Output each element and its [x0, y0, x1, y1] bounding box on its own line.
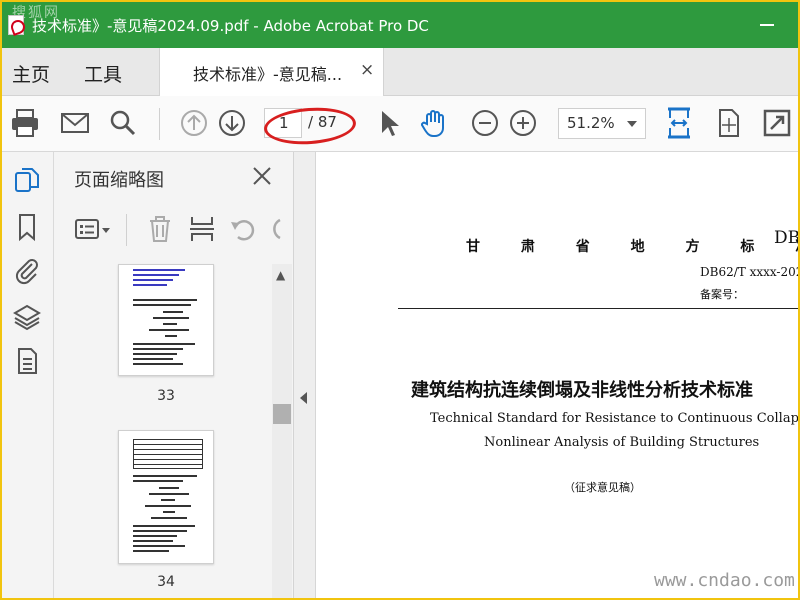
standard-code: DB62/T xxxx-2024: [700, 265, 798, 279]
document-title-en-line2: Nonlinear Analysis of Building Structure…: [484, 435, 760, 450]
document-title-en-line1: Technical Standard for Resistance to Con…: [430, 411, 798, 426]
toolbar-divider: [126, 214, 127, 246]
thumbnail-toolbar: [54, 210, 294, 250]
left-nav: [2, 152, 54, 598]
page-number-input[interactable]: 1: [264, 108, 302, 138]
close-tab-icon[interactable]: ×: [360, 60, 374, 80]
rotate-right-icon[interactable]: [266, 214, 286, 244]
thumbnail-page-number: 34: [157, 574, 175, 590]
page-thumbnail[interactable]: [118, 264, 214, 376]
select-cursor-icon[interactable]: [372, 106, 406, 140]
page-thumbnails-icon[interactable]: [12, 166, 42, 196]
content-icon[interactable]: [12, 346, 42, 376]
bookmark-icon[interactable]: [12, 212, 42, 242]
pdf-file-icon: [8, 15, 24, 35]
chevron-down-icon: [627, 121, 637, 127]
document-title-cn-text: 建筑结构抗连续倒塌及非线性分析技术标准: [411, 380, 753, 401]
previous-page-icon[interactable]: [177, 106, 211, 140]
chevron-up-icon[interactable]: ▲: [276, 268, 285, 282]
layers-icon[interactable]: [12, 302, 42, 332]
toolbar-divider: [159, 108, 160, 140]
rotate-view-icon[interactable]: [712, 106, 746, 140]
fit-width-icon[interactable]: [662, 106, 696, 140]
menu-bar: 主页 工具 技术标准》-意见稿... ×: [2, 48, 798, 96]
zoom-in-icon[interactable]: [506, 106, 540, 140]
fullscreen-icon[interactable]: [760, 106, 794, 140]
minimize-icon[interactable]: [760, 14, 778, 34]
close-icon[interactable]: [250, 164, 274, 188]
search-icon[interactable]: [106, 106, 140, 140]
site-watermark: www.cndao.com: [654, 570, 795, 591]
document-tab-label: 技术标准》-意见稿...: [193, 65, 343, 84]
attachment-icon[interactable]: [12, 256, 42, 286]
delete-icon[interactable]: [146, 214, 174, 244]
insert-page-icon[interactable]: [188, 214, 216, 244]
email-icon[interactable]: [58, 106, 92, 140]
tab-home[interactable]: 主页: [12, 60, 50, 87]
zoom-select[interactable]: 51.2%: [558, 108, 646, 139]
draft-label: （征求意见稿）: [564, 481, 641, 494]
header-divider: [398, 308, 798, 309]
rotate-left-icon[interactable]: [228, 214, 258, 244]
tab-tools[interactable]: 工具: [84, 60, 122, 87]
thumbnail-page-number: 33: [157, 388, 175, 404]
document-title-cn: 建筑结构抗连续倒塌及非线性分析技术标准: [316, 376, 798, 402]
chevron-left-icon: [300, 392, 307, 404]
zoom-value: 51.2%: [567, 114, 615, 132]
document-tab[interactable]: 技术标准》-意见稿... ×: [159, 48, 384, 96]
document-viewer[interactable]: 甘 肃 省 地 方 标 准 DB DB62/T xxxx-2024 备案号： 建…: [316, 152, 798, 598]
window-title: 技术标准》-意见稿2024.09.pdf - Adobe Acrobat Pro…: [32, 17, 429, 35]
app-window: 搜狐网 技术标准》-意见稿2024.09.pdf - Adobe Acrobat…: [2, 2, 798, 598]
toolbar: 1 / 87 51.2%: [2, 96, 798, 152]
standard-category: 甘 肃 省 地 方 标 准: [466, 239, 798, 255]
document-page: 甘 肃 省 地 方 标 准 DB DB62/T xxxx-2024 备案号： 建…: [316, 152, 798, 598]
filing-number: 备案号：: [700, 288, 744, 301]
zoom-out-icon[interactable]: [468, 106, 502, 140]
thumbnails-panel: 页面缩略图 33 34 ▲: [54, 152, 294, 598]
print-icon[interactable]: [8, 106, 42, 140]
title-bar: 搜狐网 技术标准》-意见稿2024.09.pdf - Adobe Acrobat…: [2, 2, 798, 48]
next-page-icon[interactable]: [215, 106, 249, 140]
db-mark: DB: [774, 228, 798, 248]
panel-collapse-handle[interactable]: [294, 152, 316, 598]
page-thumbnail[interactable]: [118, 430, 214, 564]
page-total: / 87: [308, 113, 337, 131]
options-menu-icon[interactable]: [74, 216, 114, 244]
panel-title: 页面缩略图: [74, 170, 164, 191]
hand-tool-icon[interactable]: [418, 106, 452, 140]
scrollbar-thumb[interactable]: [273, 404, 291, 424]
thumbnail-scrollbar[interactable]: ▲: [272, 264, 292, 598]
